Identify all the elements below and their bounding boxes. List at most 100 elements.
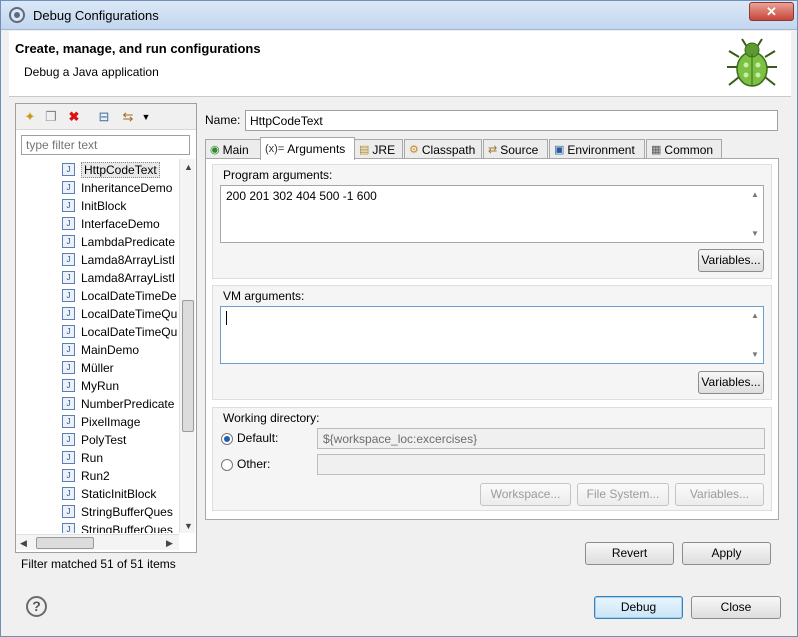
- java-application-icon: J: [62, 253, 75, 266]
- revert-button[interactable]: Revert: [585, 542, 674, 565]
- default-directory-field: ${workspace_loc:excercises}: [317, 428, 765, 449]
- new-configuration-icon[interactable]: ✦: [22, 109, 38, 125]
- tree-item-label: LocalDateTimeQu: [81, 324, 178, 339]
- working-directory-group: Working directory: Default: ${workspace_…: [212, 407, 772, 511]
- classpath-tab-icon: ⚙: [409, 144, 419, 156]
- collapse-all-icon[interactable]: ⊟: [96, 109, 112, 125]
- hscroll-thumb[interactable]: [36, 537, 94, 549]
- scroll-thumb[interactable]: [182, 300, 194, 432]
- tree-item[interactable]: J InitBlock: [62, 197, 126, 214]
- other-radio[interactable]: [221, 459, 233, 471]
- config-tabs: ◉ Main (x)= Arguments ▤ JRE ⚙ Classpath …: [205, 137, 779, 160]
- tree-item-label: StringBufferQues: [81, 522, 173, 534]
- program-arguments-textarea[interactable]: 200 201 302 404 500 -1 600 ▲ ▼: [220, 185, 764, 243]
- default-radio[interactable]: [221, 433, 233, 445]
- scroll-up-icon[interactable]: ▲: [751, 190, 759, 199]
- tree-item[interactable]: J Run: [62, 449, 103, 466]
- tab-environment[interactable]: ▣ Environment: [549, 139, 645, 159]
- working-directory-label: Working directory:: [223, 411, 320, 425]
- program-args-scrollbar[interactable]: ▲ ▼: [747, 186, 763, 242]
- tree-item-label: StaticInitBlock: [81, 486, 157, 501]
- help-icon[interactable]: ?: [26, 596, 47, 617]
- vm-arguments-textarea[interactable]: ▲ ▼: [220, 306, 764, 364]
- java-application-icon: J: [62, 469, 75, 482]
- configuration-tree-panel: ✦ ❐ ✖ ⊟ ⇆ ▼ J HttpCodeText J InheritanceDem…: [15, 103, 197, 553]
- tab-common[interactable]: ▦ Common: [646, 139, 722, 159]
- java-application-icon: J: [62, 451, 75, 464]
- tree-item-label: MyRun: [81, 378, 120, 393]
- scroll-down-icon[interactable]: ▼: [751, 229, 759, 238]
- default-label: Default:: [237, 431, 279, 445]
- tree-item[interactable]: J LambdaPredicate: [62, 233, 175, 250]
- filter-input[interactable]: [21, 135, 190, 155]
- tree-item[interactable]: J LocalDateTimeDe: [62, 287, 177, 304]
- tree-item[interactable]: J InterfaceDemo: [62, 215, 160, 232]
- tree-item-label: StringBufferQues: [81, 504, 173, 519]
- debug-button[interactable]: Debug: [594, 596, 683, 619]
- wd-variables-button[interactable]: Variables...: [675, 483, 764, 506]
- jre-tab-icon: ▤: [359, 144, 370, 156]
- header-title: Create, manage, and run configurations: [15, 41, 261, 56]
- title-bar: Debug Configurations ✕: [1, 1, 797, 30]
- tab-source[interactable]: ⇄ Source: [483, 139, 548, 159]
- scroll-up-icon[interactable]: ▲: [184, 162, 193, 172]
- program-arguments-label: Program arguments:: [223, 168, 333, 182]
- tab-main[interactable]: ◉ Main: [205, 139, 261, 159]
- tree-horizontal-scrollbar[interactable]: ◀ ▶: [16, 534, 179, 550]
- tree-item[interactable]: J Müller: [62, 359, 114, 376]
- tree-item[interactable]: J PolyTest: [62, 431, 126, 448]
- duplicate-icon[interactable]: ❐: [43, 109, 59, 125]
- tree-item[interactable]: J NumberPredicate: [62, 395, 174, 412]
- tree-item[interactable]: J InheritanceDemo: [62, 179, 172, 196]
- java-application-icon: J: [62, 523, 75, 533]
- java-application-icon: J: [62, 379, 75, 392]
- tree-item[interactable]: J StaticInitBlock: [62, 485, 156, 502]
- scroll-down-icon[interactable]: ▼: [184, 521, 193, 531]
- scroll-down-icon[interactable]: ▼: [751, 350, 759, 359]
- tree-item[interactable]: J Lamda8ArrayListI: [62, 269, 175, 286]
- window-close-button[interactable]: ✕: [749, 2, 794, 21]
- java-application-icon: J: [62, 325, 75, 338]
- dialog-header: Create, manage, and run configurations D…: [9, 31, 791, 97]
- tree-item[interactable]: J MainDemo: [62, 341, 139, 358]
- filter-icon[interactable]: ⇆: [120, 109, 136, 125]
- tree-item-label: Müller: [81, 360, 114, 375]
- vm-arguments-group: VM arguments: ▲ ▼ Variables...: [212, 285, 772, 400]
- tree-item-label: LambdaPredicate: [81, 234, 176, 249]
- scroll-left-icon[interactable]: ◀: [20, 538, 27, 549]
- tree-item[interactable]: J StringBufferQues: [62, 521, 173, 533]
- vm-args-variables-button[interactable]: Variables...: [698, 371, 764, 394]
- tree-item-label: LocalDateTimeQu: [81, 306, 178, 321]
- tree-item-label: InheritanceDemo: [81, 180, 173, 195]
- tree-item[interactable]: J HttpCodeText: [62, 161, 160, 178]
- tree-item-label: InitBlock: [81, 198, 127, 213]
- view-menu-icon[interactable]: ▼: [138, 109, 154, 125]
- program-args-variables-button[interactable]: Variables...: [698, 249, 764, 272]
- tree-item[interactable]: J LocalDateTimeQu: [62, 323, 177, 340]
- tree-item[interactable]: J PixelImage: [62, 413, 140, 430]
- workspace-button[interactable]: Workspace...: [480, 483, 571, 506]
- tree-item-label: Run2: [81, 468, 110, 483]
- tab-jre[interactable]: ▤ JRE: [354, 139, 403, 159]
- tree-item[interactable]: J Lamda8ArrayListI: [62, 251, 175, 268]
- java-application-icon: J: [62, 397, 75, 410]
- java-application-icon: J: [62, 415, 75, 428]
- tree-item[interactable]: J Run2: [62, 467, 110, 484]
- java-application-icon: J: [62, 163, 75, 176]
- tree-vertical-scrollbar[interactable]: ▲ ▼: [179, 159, 195, 533]
- file-system-button[interactable]: File System...: [577, 483, 669, 506]
- tab-classpath[interactable]: ⚙ Classpath: [404, 139, 482, 159]
- vm-args-scrollbar[interactable]: ▲ ▼: [747, 307, 763, 363]
- scroll-up-icon[interactable]: ▲: [751, 311, 759, 320]
- apply-button[interactable]: Apply: [682, 542, 771, 565]
- java-application-icon: J: [62, 505, 75, 518]
- tree-item-label: PixelImage: [81, 414, 141, 429]
- scroll-right-icon[interactable]: ▶: [166, 538, 173, 549]
- close-button[interactable]: Close: [691, 596, 781, 619]
- tree-item[interactable]: J MyRun: [62, 377, 119, 394]
- tab-arguments[interactable]: (x)= Arguments: [260, 137, 355, 160]
- tree-item[interactable]: J LocalDateTimeQu: [62, 305, 177, 322]
- name-field[interactable]: HttpCodeText: [245, 110, 778, 131]
- tree-item[interactable]: J StringBufferQues: [62, 503, 173, 520]
- delete-icon[interactable]: ✖: [66, 109, 82, 125]
